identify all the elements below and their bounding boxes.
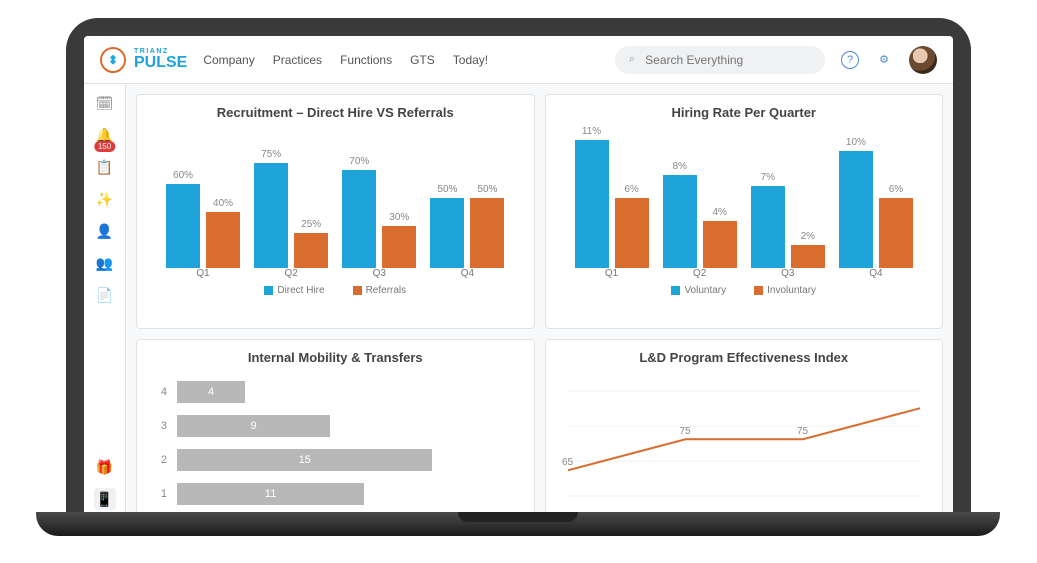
bar: 9 [177,415,330,437]
legend-item: Direct Hire [264,285,324,296]
notification-badge: 150 [94,141,115,152]
nav-company[interactable]: Company [203,53,254,67]
bar [470,198,504,268]
data-label: 7% [761,172,775,183]
chart-title: Internal Mobility & Transfers [149,350,522,365]
bar: 11 [177,483,364,505]
card-hiring-rate: Hiring Rate Per Quarter 11% 6% 8% 4% 7% 2% 10%… [545,94,944,329]
chart-title: Recruitment – Direct Hire VS Referrals [149,105,522,120]
bar [342,170,376,268]
axis-label: Q1 [568,268,656,279]
sidebar-calendar-icon[interactable]: 🗓 [94,92,116,114]
bar [254,163,288,268]
logo-badge-icon: ⬍ [100,47,126,73]
data-label: 6% [624,184,638,195]
axis-label: Q3 [744,268,832,279]
bar [166,184,200,268]
bar [575,140,609,268]
data-label: 30% [389,212,409,223]
bar [703,221,737,268]
bar [294,233,328,268]
data-label: 25% [301,219,321,230]
sidebar-org-icon[interactable]: 👥 [94,252,116,274]
bar: 15 [177,449,432,471]
axis-label: Q2 [656,268,744,279]
logo-big: PULSE [134,55,187,71]
bar [382,226,416,268]
axis-label: Q4 [832,268,920,279]
data-label: 2% [801,231,815,242]
data-label: 8% [672,161,686,172]
axis-label: Q2 [247,268,335,279]
sidebar-doc-icon[interactable]: 📄 [94,284,116,306]
sidebar-gift-icon[interactable]: 🎁 [94,456,116,478]
data-label: 50% [437,184,457,195]
data-label: 75 [679,426,690,437]
nav-today[interactable]: Today! [453,53,488,67]
sidebar-notifications-icon[interactable]: 🔔150 [94,124,116,146]
laptop-base [36,512,1000,536]
data-label: 70% [349,156,369,167]
data-label: 65 [562,457,573,468]
search-box[interactable]: ⌕ [615,46,825,74]
nav-practices[interactable]: Practices [273,53,322,67]
bar [206,212,240,268]
legend-item: Involuntary [754,285,816,296]
help-icon[interactable]: ? [841,51,859,69]
card-ld-index: L&D Program Effectiveness Index 657575 2… [545,339,944,518]
card-mobility: Internal Mobility & Transfers 4439215111… [136,339,535,518]
axis-label: 4 [153,386,167,398]
bar [791,245,825,268]
data-label: 6% [889,184,903,195]
data-label: 50% [477,184,497,195]
app-logo[interactable]: ⬍ TRIANZ PULSE [100,47,187,73]
axis-label: 2 [153,454,167,466]
settings-icon[interactable]: ⚙ [875,51,893,69]
nav-functions[interactable]: Functions [340,53,392,67]
nav-gts[interactable]: GTS [410,53,435,67]
sidebar-tasks-icon[interactable]: 📋 [94,156,116,178]
axis-label: Q3 [335,268,423,279]
data-label: 11% [582,126,601,137]
bar [879,198,913,268]
sidebar-profile-icon[interactable]: 👤 [94,220,116,242]
chart-title: L&D Program Effectiveness Index [558,350,931,365]
data-label: 75 [797,426,808,437]
card-recruitment: Recruitment – Direct Hire VS Referrals 6… [136,94,535,329]
bar [839,151,873,268]
bar [430,198,464,268]
axis-label: Q4 [423,268,511,279]
data-label: 40% [213,198,233,209]
data-label: 10% [846,137,866,148]
search-input[interactable] [643,52,811,68]
sidebar-network-icon[interactable]: ✨ [94,188,116,210]
chart-title: Hiring Rate Per Quarter [558,105,931,120]
bar [663,175,697,268]
avatar[interactable] [909,46,937,74]
data-label: 75% [261,149,281,160]
bar [751,186,785,268]
bar [615,198,649,268]
search-icon: ⌕ [629,53,635,66]
legend-item: Voluntary [671,285,726,296]
data-label: 4% [712,207,726,218]
bar: 4 [177,381,245,403]
axis-label: Q1 [159,268,247,279]
axis-label: 3 [153,420,167,432]
axis-label: 1 [153,488,167,500]
legend-item: Referrals [353,285,407,296]
data-label: 60% [173,170,193,181]
sidebar-mobile-icon[interactable]: 📱 [94,488,116,510]
